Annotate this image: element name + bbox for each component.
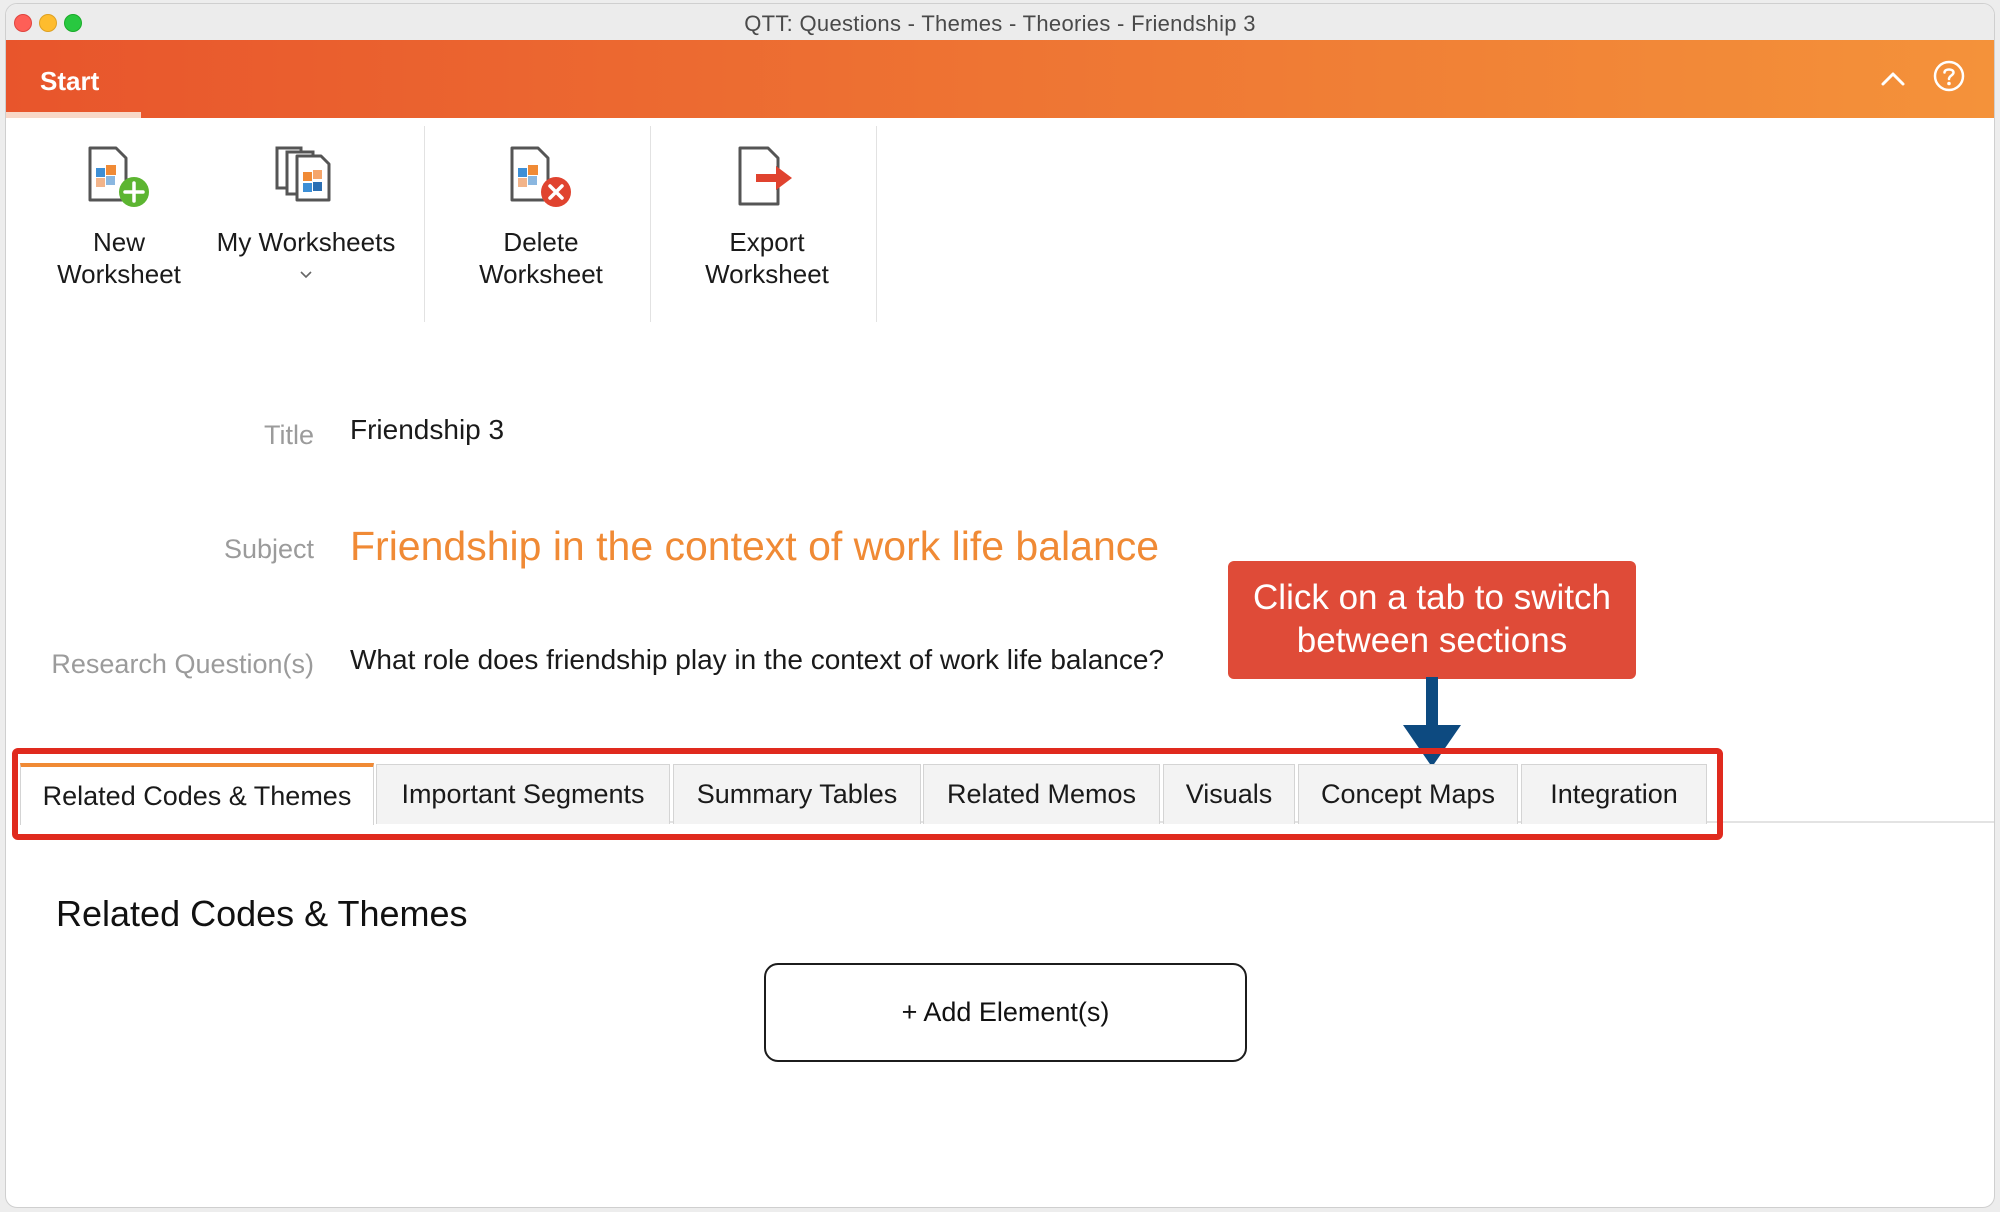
title-bar: QTT: Questions - Themes - Theories - Fri… <box>6 4 1994 41</box>
toolbar-divider <box>424 126 425 322</box>
new-worksheet-button[interactable]: New Worksheet <box>28 118 210 328</box>
export-worksheet-button[interactable]: Export Worksheet <box>658 118 876 328</box>
my-worksheets-button[interactable]: My Worksheets <box>204 118 408 328</box>
title-value[interactable]: Friendship 3 <box>350 414 504 446</box>
my-worksheets-label: My Worksheets <box>216 227 396 257</box>
delete-worksheet-icon <box>510 146 571 207</box>
tip-callout: Click on a tab to switch between section… <box>1228 561 1636 679</box>
export-worksheet-label: Export Worksheet <box>705 227 829 289</box>
delete-worksheet-button[interactable]: Delete Worksheet <box>432 118 650 328</box>
subject-value[interactable]: Friendship in the context of work life b… <box>350 523 1159 570</box>
toolbar: New Worksheet My Worksheets Delete Works… <box>6 118 1994 328</box>
app-window: QTT: Questions - Themes - Theories - Fri… <box>5 3 1995 1208</box>
ribbon-bar: Start <box>6 40 1994 118</box>
chevron-down-icon[interactable] <box>299 270 313 280</box>
section-title: Related Codes & Themes <box>56 893 468 934</box>
toolbar-divider <box>650 126 651 322</box>
collapse-ribbon-icon[interactable] <box>1878 64 1908 94</box>
new-worksheet-label: New Worksheet <box>57 227 181 289</box>
help-icon[interactable] <box>1932 59 1966 93</box>
my-worksheets-icon <box>275 146 331 202</box>
toolbar-divider <box>876 126 877 322</box>
tabs-highlight-box <box>12 748 1723 840</box>
window-title: QTT: Questions - Themes - Theories - Fri… <box>744 11 1256 36</box>
export-worksheet-icon <box>738 146 792 206</box>
subject-label: Subject <box>223 534 314 564</box>
ribbon-tab-label: Start <box>40 66 100 96</box>
add-elements-button[interactable]: + Add Element(s) <box>764 963 1247 1062</box>
ribbon-tab-start[interactable]: Start <box>6 40 141 118</box>
delete-worksheet-label: Delete Worksheet <box>479 227 603 289</box>
title-label: Title <box>263 420 314 450</box>
new-worksheet-icon <box>88 146 149 207</box>
research-question-value[interactable]: What role does friendship play in the co… <box>350 644 1164 676</box>
research-question-label: Research Question(s) <box>51 649 314 679</box>
